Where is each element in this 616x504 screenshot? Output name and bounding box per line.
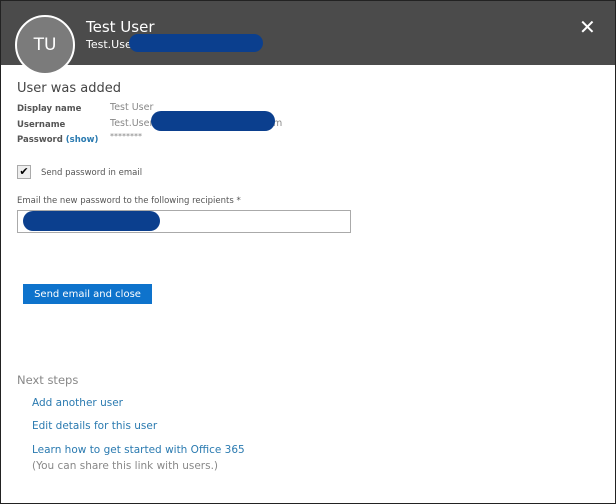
office365-getting-started-link[interactable]: Learn how to get started with Office 365 <box>32 444 245 456</box>
password-label-text: Password <box>17 135 63 145</box>
page-title: User was added <box>17 81 121 96</box>
send-password-checkbox[interactable]: ✔ <box>17 165 31 179</box>
panel-header: Test User Test.User ✕ <box>1 1 615 65</box>
username-value: Test.User <box>110 118 154 129</box>
send-email-and-close-button[interactable]: Send email and close <box>23 284 152 304</box>
edit-user-details-link[interactable]: Edit details for this user <box>32 420 157 432</box>
share-link-note: (You can share this link with users.) <box>32 460 219 472</box>
redaction-mark <box>151 111 275 131</box>
add-another-user-link[interactable]: Add another user <box>32 397 123 409</box>
avatar: TU <box>15 15 75 75</box>
display-name-value: Test User <box>110 102 154 113</box>
send-password-label: Send password in email <box>41 168 143 178</box>
user-added-panel: Test User Test.User ✕ TU User was added … <box>0 0 616 504</box>
close-icon[interactable]: ✕ <box>579 15 596 39</box>
password-label: Password (show) <box>17 135 98 145</box>
password-value: ******** <box>110 132 142 141</box>
username-label: Username <box>17 120 66 130</box>
redaction-mark <box>129 34 263 52</box>
show-password-link[interactable]: (show) <box>66 135 99 145</box>
next-steps-heading: Next steps <box>17 373 79 387</box>
recipients-label: Email the new password to the following … <box>17 196 241 206</box>
redaction-mark <box>23 211 160 231</box>
display-name-label: Display name <box>17 104 82 114</box>
